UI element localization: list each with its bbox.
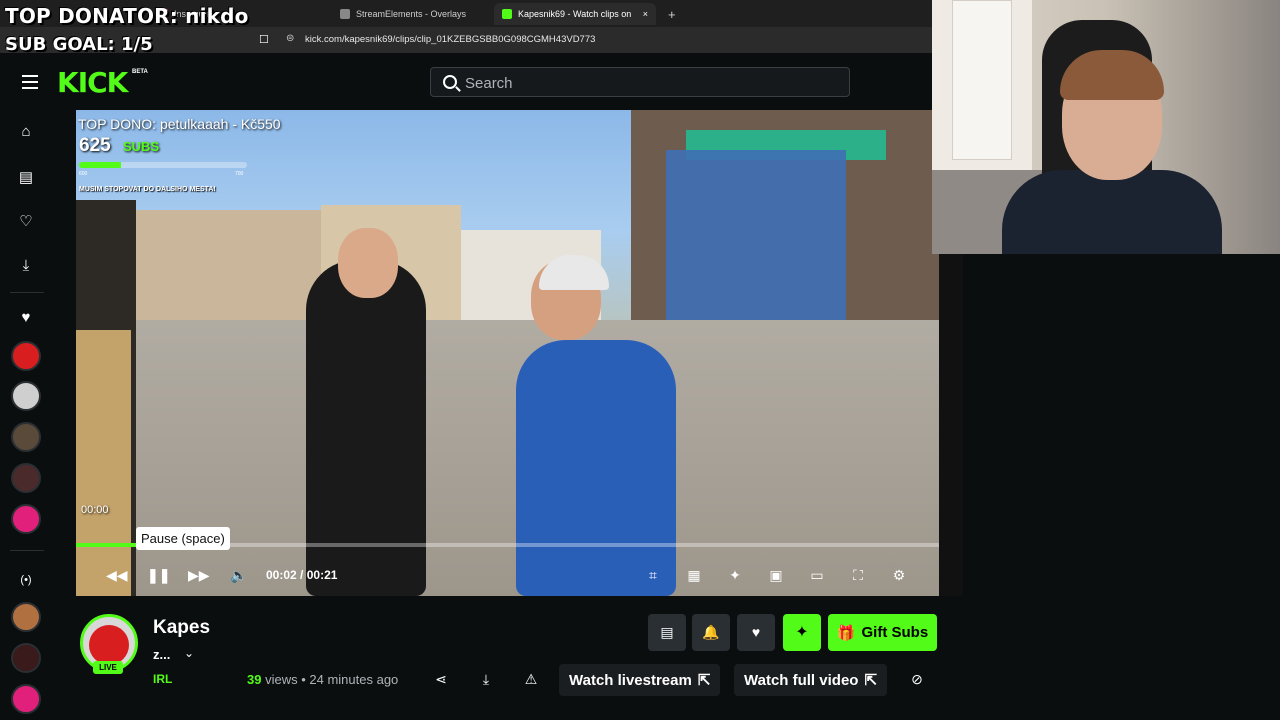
download-clip-icon[interactable]: ⤓ <box>477 670 495 688</box>
settings-icon[interactable]: ⚙ <box>890 566 908 584</box>
theater-mode-icon[interactable]: ▭ <box>808 566 826 584</box>
pause-button[interactable]: ❚❚ <box>147 566 170 584</box>
goal-min: 600 <box>79 171 88 177</box>
close-tab-icon[interactable]: × <box>643 9 648 19</box>
browse-icon[interactable]: ▤ <box>18 170 34 186</box>
url-text[interactable]: kick.com/kapesnik69/clips/clip_01KZEBGSB… <box>305 34 595 45</box>
live-badge: LIVE <box>93 661 123 674</box>
new-tab-button[interactable]: + <box>660 3 684 25</box>
sidebar-avatar-5[interactable] <box>11 504 41 534</box>
crop-icon[interactable]: ⌗ <box>644 566 662 584</box>
sidebar-avatar-3[interactable] <box>11 422 41 452</box>
sparkle-icon[interactable]: ✦ <box>726 566 744 584</box>
home-icon[interactable]: ⌂ <box>18 124 34 140</box>
stream-note: MUSIM STOPOVAT DO DALSIHO MESTA! <box>79 186 216 193</box>
view-count: 39 views • 24 minutes ago <box>247 672 399 687</box>
sidebar-avatar-4[interactable] <box>11 463 41 493</box>
sparkle-button[interactable]: ✦ <box>783 614 821 651</box>
beta-label: BETA <box>132 69 148 75</box>
pause-tooltip: Pause (space) <box>136 527 230 550</box>
external-link-icon: ⇱ <box>697 672 711 689</box>
streamelements-icon <box>340 9 350 19</box>
share-icon[interactable]: ⋖ <box>432 670 450 688</box>
channel-name[interactable]: Kapes <box>153 617 210 639</box>
subs-count: 625 <box>79 135 111 156</box>
hide-icon[interactable]: ⊘ <box>908 670 926 688</box>
kick-logo[interactable]: KICK <box>57 66 128 99</box>
forward-icon[interactable]: ▶▶ <box>188 566 210 584</box>
top-dono-text: TOP DONO: petulkaaah - Kč550 <box>78 116 281 132</box>
sidebar-avatar-6[interactable] <box>11 602 41 632</box>
video-player[interactable] <box>76 110 939 596</box>
rewind-icon[interactable]: ◀◀ <box>106 566 128 584</box>
watch-livestream-button[interactable]: Watch livestream ⇱ <box>559 664 721 696</box>
search-icon <box>443 75 457 89</box>
sidebar-avatar-2[interactable] <box>11 381 41 411</box>
report-icon[interactable]: ⚠ <box>522 670 540 688</box>
time-overlay: 00:00 <box>81 504 109 516</box>
site-info-icon[interactable]: ⊜ <box>286 33 294 44</box>
chat-button[interactable]: ▤ <box>648 614 686 651</box>
volume-icon[interactable]: 🔈 <box>230 566 248 584</box>
follow-heart-button[interactable]: ♥ <box>737 614 775 651</box>
goal-max: 700 <box>235 171 244 177</box>
notification-bell-icon[interactable]: 🔔 <box>692 614 730 651</box>
webcam-feed <box>932 0 1280 254</box>
tab-streamelements[interactable]: StreamElements - Overlays <box>332 3 474 25</box>
overlay-sub-goal: SUB GOAL: 1/5 <box>5 34 153 55</box>
time-display: 00:02 / 00:21 <box>266 568 338 582</box>
channel-subtitle: z... <box>153 647 171 662</box>
search-input[interactable]: Search <box>430 67 850 97</box>
overlay-top-donator: TOP DONATOR: nikdo <box>5 4 249 28</box>
sidebar-avatar-7[interactable] <box>11 643 41 673</box>
external-link-icon: ⇱ <box>864 672 878 689</box>
search-placeholder: Search <box>465 75 513 92</box>
sidebar-avatar-1[interactable] <box>11 341 41 371</box>
subs-label: SUBS <box>123 139 160 154</box>
bookmark-icon[interactable]: ☐ <box>259 33 269 46</box>
heart-icon: ♥ <box>21 309 31 326</box>
channel-category[interactable]: IRL <box>153 672 172 686</box>
stats-icon[interactable]: ▦ <box>685 566 703 584</box>
chevron-down-icon[interactable]: ⌄ <box>184 646 194 660</box>
miniplayer-icon[interactable]: ▣ <box>767 566 785 584</box>
watch-full-video-button[interactable]: Watch full video ⇱ <box>734 664 888 696</box>
gift-subs-button[interactable]: 🎁 Gift Subs <box>828 614 937 651</box>
menu-icon[interactable] <box>22 75 38 89</box>
sidebar-avatar-8[interactable] <box>11 684 41 714</box>
sub-goal-bar <box>79 162 247 168</box>
sidebar-divider <box>10 292 44 293</box>
tab-kick-active[interactable]: Kapesnik69 - Watch clips on × <box>494 3 656 25</box>
download-icon[interactable]: ⤓ <box>18 258 34 274</box>
live-broadcast-icon: (•) <box>20 574 32 586</box>
fullscreen-icon[interactable]: ⛶ <box>849 566 867 584</box>
kick-favicon-icon <box>502 9 512 19</box>
gift-icon: 🎁 <box>836 624 856 642</box>
sidebar-divider <box>10 550 44 551</box>
following-icon[interactable]: ♡ <box>18 214 34 230</box>
